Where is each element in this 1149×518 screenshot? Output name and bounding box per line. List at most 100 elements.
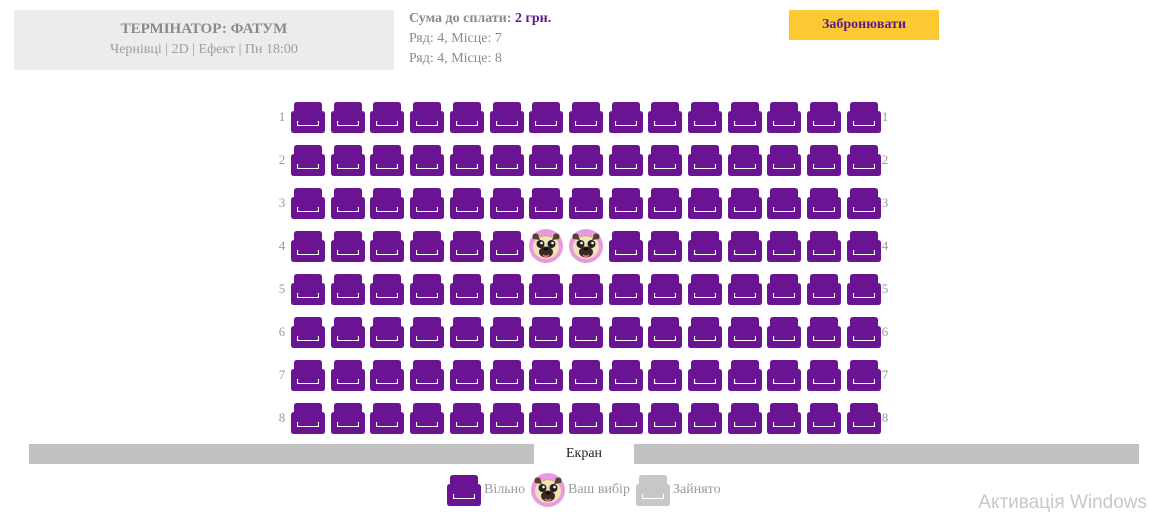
seat-free-r6-s12[interactable]	[727, 314, 763, 350]
seat-free-r6-s7[interactable]	[528, 314, 564, 350]
seat-free-r3-s10[interactable]	[647, 185, 683, 221]
seat-free-r7-s13[interactable]	[766, 357, 802, 393]
seat-free-r8-s11[interactable]	[687, 400, 723, 436]
seat-free-r5-s3[interactable]	[369, 271, 405, 307]
seat-free-r1-s2[interactable]	[330, 99, 366, 135]
seat-free-r2-s8[interactable]	[568, 142, 604, 178]
seat-free-r6-s2[interactable]	[330, 314, 366, 350]
seat-free-r5-s4[interactable]	[409, 271, 445, 307]
seat-free-r1-s5[interactable]	[449, 99, 485, 135]
seat-free-r5-s6[interactable]	[489, 271, 525, 307]
seat-free-r4-s13[interactable]	[766, 228, 802, 264]
seat-free-r4-s9[interactable]	[608, 228, 644, 264]
seat-free-r4-s5[interactable]	[449, 228, 485, 264]
seat-free-r4-s4[interactable]	[409, 228, 445, 264]
seat-free-r1-s10[interactable]	[647, 99, 683, 135]
seat-free-r8-s2[interactable]	[330, 400, 366, 436]
seat-free-r2-s6[interactable]	[489, 142, 525, 178]
seat-free-r6-s10[interactable]	[647, 314, 683, 350]
seat-free-r2-s15[interactable]	[846, 142, 882, 178]
seat-free-r2-s14[interactable]	[806, 142, 842, 178]
seat-free-r5-s1[interactable]	[290, 271, 326, 307]
seat-free-r4-s3[interactable]	[369, 228, 405, 264]
seat-free-r4-s11[interactable]	[687, 228, 723, 264]
seat-free-r7-s12[interactable]	[727, 357, 763, 393]
seat-free-r7-s7[interactable]	[528, 357, 564, 393]
seat-free-r6-s4[interactable]	[409, 314, 445, 350]
seat-free-r2-s4[interactable]	[409, 142, 445, 178]
seat-free-r5-s8[interactable]	[568, 271, 604, 307]
seat-free-r6-s9[interactable]	[608, 314, 644, 350]
seat-free-r1-s1[interactable]	[290, 99, 326, 135]
seat-free-r1-s13[interactable]	[766, 99, 802, 135]
seat-free-r1-s12[interactable]	[727, 99, 763, 135]
seat-free-r3-s14[interactable]	[806, 185, 842, 221]
seat-free-r6-s3[interactable]	[369, 314, 405, 350]
seat-free-r5-s10[interactable]	[647, 271, 683, 307]
seat-free-r5-s12[interactable]	[727, 271, 763, 307]
seat-free-r5-s9[interactable]	[608, 271, 644, 307]
seat-free-r6-s13[interactable]	[766, 314, 802, 350]
seat-free-r8-s12[interactable]	[727, 400, 763, 436]
seat-selected-r4-s8[interactable]	[568, 228, 604, 264]
seat-free-r8-s3[interactable]	[369, 400, 405, 436]
seat-free-r4-s15[interactable]	[846, 228, 882, 264]
seat-free-r4-s6[interactable]	[489, 228, 525, 264]
seat-free-r8-s6[interactable]	[489, 400, 525, 436]
seat-free-r3-s1[interactable]	[290, 185, 326, 221]
seat-selected-r4-s7[interactable]	[528, 228, 564, 264]
seat-free-r6-s14[interactable]	[806, 314, 842, 350]
seat-free-r1-s6[interactable]	[489, 99, 525, 135]
seat-free-r7-s1[interactable]	[290, 357, 326, 393]
seat-free-r6-s5[interactable]	[449, 314, 485, 350]
seat-free-r3-s4[interactable]	[409, 185, 445, 221]
seat-free-r8-s13[interactable]	[766, 400, 802, 436]
seat-free-r2-s9[interactable]	[608, 142, 644, 178]
seat-free-r3-s11[interactable]	[687, 185, 723, 221]
seat-free-r8-s14[interactable]	[806, 400, 842, 436]
seat-free-r1-s15[interactable]	[846, 99, 882, 135]
seat-free-r4-s1[interactable]	[290, 228, 326, 264]
seat-free-r5-s15[interactable]	[846, 271, 882, 307]
seat-free-r6-s8[interactable]	[568, 314, 604, 350]
seat-free-r2-s1[interactable]	[290, 142, 326, 178]
seat-free-r4-s12[interactable]	[727, 228, 763, 264]
seat-free-r5-s11[interactable]	[687, 271, 723, 307]
seat-free-r5-s2[interactable]	[330, 271, 366, 307]
seat-free-r1-s4[interactable]	[409, 99, 445, 135]
seat-free-r2-s10[interactable]	[647, 142, 683, 178]
seat-free-r5-s14[interactable]	[806, 271, 842, 307]
seat-free-r1-s8[interactable]	[568, 99, 604, 135]
seat-free-r3-s8[interactable]	[568, 185, 604, 221]
seat-free-r7-s10[interactable]	[647, 357, 683, 393]
seat-free-r8-s9[interactable]	[608, 400, 644, 436]
seat-free-r2-s5[interactable]	[449, 142, 485, 178]
seat-free-r6-s15[interactable]	[846, 314, 882, 350]
seat-free-r4-s2[interactable]	[330, 228, 366, 264]
seat-free-r2-s11[interactable]	[687, 142, 723, 178]
seat-free-r8-s1[interactable]	[290, 400, 326, 436]
seat-free-r3-s15[interactable]	[846, 185, 882, 221]
seat-free-r2-s12[interactable]	[727, 142, 763, 178]
seat-free-r3-s7[interactable]	[528, 185, 564, 221]
seat-free-r1-s9[interactable]	[608, 99, 644, 135]
seat-free-r8-s4[interactable]	[409, 400, 445, 436]
seat-free-r3-s3[interactable]	[369, 185, 405, 221]
seat-free-r7-s4[interactable]	[409, 357, 445, 393]
seat-free-r5-s13[interactable]	[766, 271, 802, 307]
seat-free-r7-s6[interactable]	[489, 357, 525, 393]
seat-free-r3-s2[interactable]	[330, 185, 366, 221]
seat-free-r7-s8[interactable]	[568, 357, 604, 393]
seat-free-r1-s3[interactable]	[369, 99, 405, 135]
seat-free-r3-s9[interactable]	[608, 185, 644, 221]
seat-free-r4-s14[interactable]	[806, 228, 842, 264]
seat-free-r3-s6[interactable]	[489, 185, 525, 221]
seat-free-r2-s7[interactable]	[528, 142, 564, 178]
seat-free-r7-s5[interactable]	[449, 357, 485, 393]
seat-free-r6-s1[interactable]	[290, 314, 326, 350]
seat-free-r2-s3[interactable]	[369, 142, 405, 178]
seat-free-r7-s15[interactable]	[846, 357, 882, 393]
seat-free-r3-s5[interactable]	[449, 185, 485, 221]
seat-free-r7-s14[interactable]	[806, 357, 842, 393]
seat-free-r8-s5[interactable]	[449, 400, 485, 436]
